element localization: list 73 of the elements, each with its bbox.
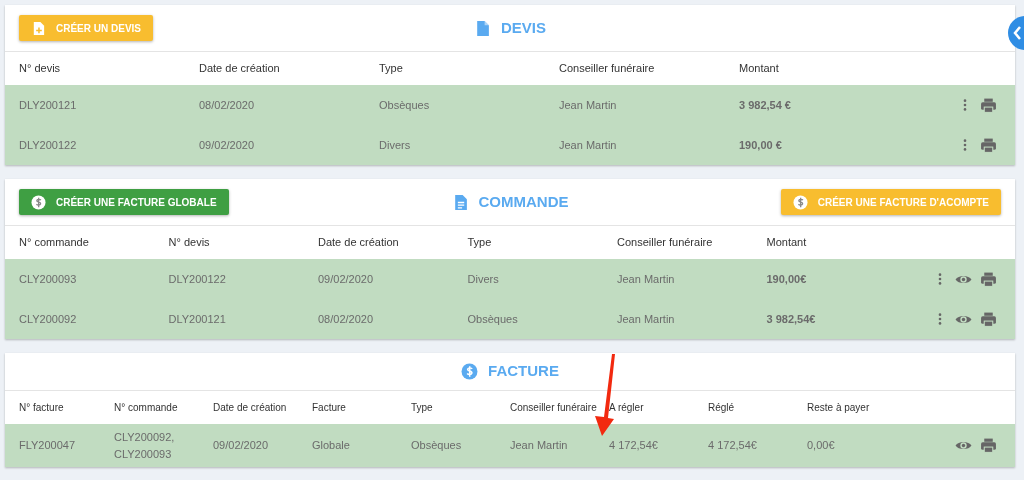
create-button[interactable]: CRÉER UNE FACTURE D'ACOMPTE <box>780 189 1001 215</box>
document-icon <box>474 19 491 37</box>
table-cell: Obsèques <box>365 85 545 125</box>
table-cell: 3 982,54€ <box>752 299 902 339</box>
table-cell: DLY200122 <box>154 259 304 299</box>
table-cell: FLY200047 <box>5 424 104 467</box>
table-cell: Globale <box>302 424 401 467</box>
column-header: Montant <box>752 226 902 259</box>
create-button[interactable]: CRÉER UNE FACTURE GLOBALE <box>19 189 229 215</box>
column-header: N° commande <box>5 226 155 259</box>
table-cell: DLY200121 <box>5 85 185 125</box>
table-cell: 190,00 € <box>725 125 905 165</box>
print-button[interactable] <box>980 136 997 154</box>
column-header: N° commande <box>104 391 203 424</box>
column-header: Type <box>453 226 603 259</box>
column-header: Montant <box>725 52 905 85</box>
print-icon <box>980 310 997 328</box>
print-button[interactable] <box>980 270 997 288</box>
table-cell: 09/02/2020 <box>185 125 365 165</box>
column-header: Facture <box>302 391 401 424</box>
column-header: Conseiller funéraire <box>500 391 599 424</box>
table-cell: Obsèques <box>453 299 603 339</box>
print-icon <box>980 270 997 288</box>
table-cell: 08/02/2020 <box>304 299 454 339</box>
create-button[interactable]: CRÉER UN DEVIS <box>19 15 153 41</box>
column-header: A régler <box>599 391 698 424</box>
table-cell: 4 172,54€ <box>698 424 797 467</box>
print-button[interactable] <box>980 437 997 454</box>
column-header: Date de création <box>185 52 365 85</box>
table-cell: 4 172,54€ <box>599 424 698 467</box>
table-cell: Jean Martin <box>545 125 725 165</box>
column-header: Réglé <box>698 391 797 424</box>
print-button[interactable] <box>980 96 997 114</box>
print-icon <box>980 136 997 154</box>
table-cell: Divers <box>453 259 603 299</box>
column-header: Reste à payer <box>797 391 896 424</box>
column-header: N° devis <box>5 52 185 85</box>
table-cell: 09/02/2020 <box>203 424 302 467</box>
table-cell: CLY200092 <box>5 299 155 339</box>
section-title: DEVIS <box>501 17 546 38</box>
column-header: Conseiller funéraire <box>603 226 753 259</box>
print-icon <box>980 437 997 454</box>
column-header: N° facture <box>5 391 104 424</box>
column-header: Date de création <box>304 226 454 259</box>
dollar-icon <box>31 194 46 210</box>
table-cell: Jean Martin <box>603 259 753 299</box>
table-cell: CLY200092, CLY200093 <box>104 424 203 467</box>
dollar-icon <box>792 194 808 210</box>
table-cell: 08/02/2020 <box>185 85 365 125</box>
print-button[interactable] <box>980 310 997 328</box>
add-document-icon <box>31 20 46 36</box>
section-title: FACTURE <box>488 361 559 382</box>
table-cell: Jean Martin <box>545 85 725 125</box>
collapse-toggle[interactable] <box>1008 16 1024 50</box>
table-cell: 0,00€ <box>797 424 896 467</box>
table-cell: Obsèques <box>401 424 500 467</box>
print-icon <box>980 96 997 114</box>
section-title: COMMANDE <box>478 191 569 212</box>
column-header: Conseiller funéraire <box>545 52 725 85</box>
column-header: Type <box>365 52 545 85</box>
table-cell: Jean Martin <box>603 299 753 339</box>
table-cell: 190,00€ <box>752 259 902 299</box>
table-cell: Jean Martin <box>500 424 599 467</box>
column-header: Type <box>401 391 500 424</box>
table-cell: 3 982,54 € <box>725 85 905 125</box>
table-cell: 09/02/2020 <box>304 259 454 299</box>
table-cell: DLY200122 <box>5 125 185 165</box>
table-cell: DLY200121 <box>154 299 304 339</box>
table-cell: Divers <box>365 125 545 165</box>
dollar-icon <box>461 363 479 380</box>
column-header: Date de création <box>203 391 302 424</box>
column-header: N° devis <box>154 226 304 259</box>
table-cell: CLY200093 <box>5 259 155 299</box>
